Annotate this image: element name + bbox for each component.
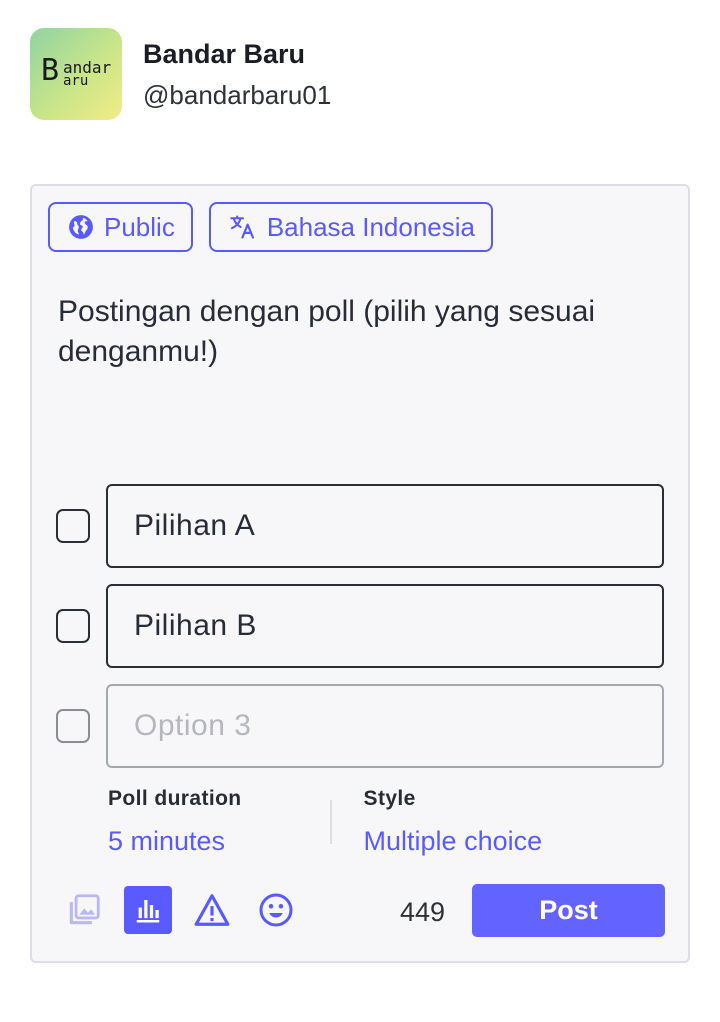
warning-icon xyxy=(194,894,230,926)
poll-option-input-empty[interactable]: Option 3 xyxy=(106,684,664,768)
add-poll-button[interactable] xyxy=(124,886,172,934)
character-counter: 449 xyxy=(400,897,446,927)
poll-option-row: Pilihan A xyxy=(56,484,664,568)
avatar-text-bottom: aru xyxy=(63,73,89,89)
compose-options: Public Bahasa Indonesia xyxy=(48,202,493,252)
post-button[interactable]: Post xyxy=(472,884,665,937)
settings-divider xyxy=(329,800,332,844)
language-dropdown[interactable]: Bahasa Indonesia xyxy=(208,202,493,252)
poll-option-checkbox[interactable] xyxy=(56,709,90,743)
emoji-icon xyxy=(259,893,293,927)
poll-style-label: Style xyxy=(363,787,416,810)
content-warning-button[interactable] xyxy=(188,886,236,934)
avatar[interactable]: B andar aru xyxy=(30,28,122,120)
visibility-label: Public xyxy=(104,211,175,242)
avatar-letter: B xyxy=(41,53,60,88)
account-header: B andar aru Bandar Baru @bandarbaru01 xyxy=(30,28,331,120)
account-handle: @bandarbaru01 xyxy=(143,80,332,110)
compose-form: Public Bahasa Indonesia Postingan dengan… xyxy=(30,184,690,963)
add-media-button[interactable] xyxy=(60,886,108,934)
image-icon xyxy=(69,894,100,925)
display-name[interactable]: Bandar Baru xyxy=(143,38,331,70)
poll-duration-label: Poll duration xyxy=(108,787,242,810)
poll-option-checkbox[interactable] xyxy=(56,509,90,543)
poll-duration-setting[interactable]: Poll duration 5 minutes xyxy=(108,786,242,857)
poll-duration-value[interactable]: 5 minutes xyxy=(108,825,242,857)
compose-toolbar xyxy=(60,886,316,934)
poll-option-input[interactable]: Pilihan A xyxy=(106,484,664,568)
poll-settings: Poll duration 5 minutes Style Multiple c… xyxy=(108,786,542,857)
globe-icon xyxy=(69,215,93,239)
account-names: Bandar Baru @bandarbaru01 xyxy=(143,38,331,111)
poll-option-row: Option 3 xyxy=(56,684,664,768)
poll-icon xyxy=(136,900,160,923)
translate-icon xyxy=(230,215,254,239)
status-textarea[interactable]: Postingan dengan poll (pilih yang sesuai… xyxy=(58,292,658,372)
language-label: Bahasa Indonesia xyxy=(266,211,475,242)
poll-option-checkbox[interactable] xyxy=(56,609,90,643)
poll-option-input[interactable]: Pilihan B xyxy=(106,584,664,668)
poll-style-value[interactable]: Multiple choice xyxy=(364,825,543,857)
poll-option-row: Pilihan B xyxy=(56,584,664,668)
emoji-button[interactable] xyxy=(252,886,300,934)
visibility-dropdown[interactable]: Public xyxy=(48,202,193,252)
poll-style-setting[interactable]: Style Multiple choice xyxy=(364,786,543,857)
